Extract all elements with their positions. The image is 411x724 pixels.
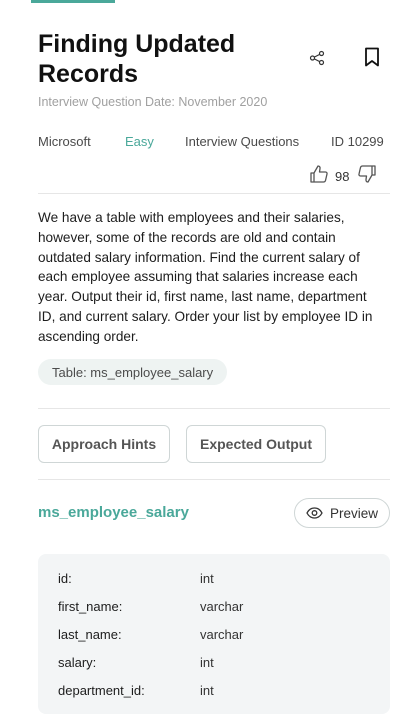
question-description: We have a table with employees and their… (38, 210, 373, 344)
page-title: Finding Updated Records (38, 30, 236, 88)
preview-label: Preview (329, 505, 378, 521)
schema-row: first_name: varchar (58, 599, 378, 619)
category-link[interactable]: Interview Questions (185, 134, 299, 149)
share-icon (309, 50, 325, 66)
table-chip[interactable]: Table: ms_employee_salary (38, 359, 228, 385)
bookmark-icon (365, 47, 379, 67)
column-type: varchar (200, 599, 244, 614)
expected-output-button[interactable]: Expected Output (186, 425, 326, 463)
schema-row: last_name: varchar (58, 627, 378, 647)
column-name: first_name: (58, 599, 123, 614)
schema-row: id: int (58, 571, 378, 591)
bookmark-button[interactable] (360, 45, 384, 69)
column-name: id: (58, 571, 72, 586)
divider (38, 479, 390, 480)
schema-columns-panel: id: int first_name: varchar last_name: v… (38, 554, 390, 714)
difficulty-badge: Easy (125, 134, 154, 149)
thumbs-up-icon (310, 164, 328, 183)
eye-icon (306, 507, 323, 519)
vote-bar: 98 (309, 164, 377, 188)
column-type: int (200, 571, 214, 586)
share-button[interactable] (306, 47, 328, 69)
upvote-button[interactable] (309, 164, 329, 189)
column-name: salary: (58, 655, 97, 670)
question-id: ID 10299 (331, 134, 384, 149)
divider (38, 408, 390, 409)
company-link[interactable]: Microsoft (38, 134, 91, 149)
thumbs-down-icon (358, 164, 377, 183)
downvote-button[interactable] (357, 164, 377, 189)
schema-row: department_id: int (58, 683, 378, 703)
column-type: int (200, 683, 214, 698)
approach-hints-button[interactable]: Approach Hints (38, 425, 170, 463)
column-type: varchar (200, 627, 244, 642)
divider (38, 193, 390, 194)
upvote-count: 98 (335, 168, 350, 184)
column-name: department_id: (58, 683, 145, 698)
column-type: int (200, 655, 214, 670)
interview-date: Interview Question Date: November 2020 (38, 95, 268, 109)
schema-table-name: ms_employee_salary (38, 504, 189, 521)
schema-row: salary: int (58, 655, 378, 675)
active-tab-indicator (31, 0, 115, 3)
column-name: last_name: (58, 627, 122, 642)
preview-button[interactable]: Preview (294, 498, 390, 528)
